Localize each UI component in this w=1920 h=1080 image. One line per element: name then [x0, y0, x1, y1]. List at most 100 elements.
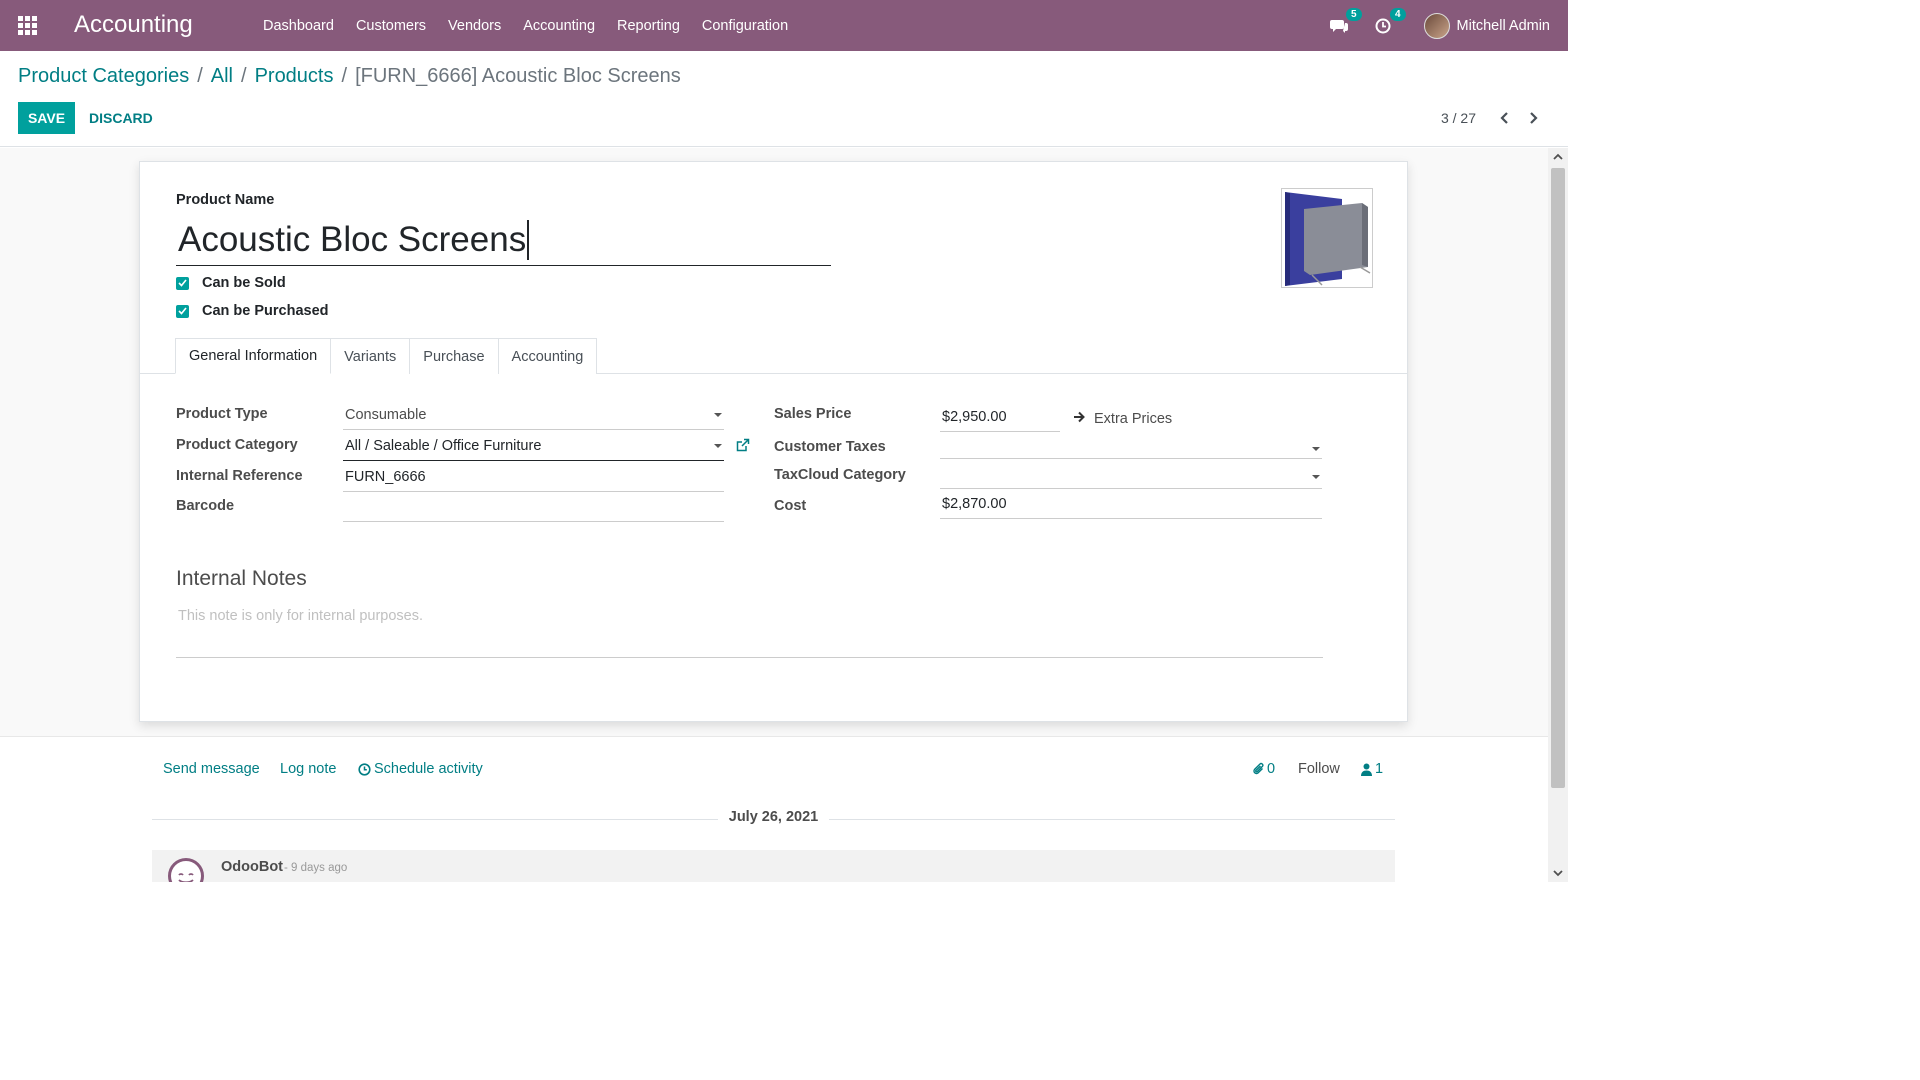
- product-category-select[interactable]: All / Saleable / Office Furniture: [343, 431, 724, 461]
- taxcloud-category-select[interactable]: [940, 459, 1322, 489]
- systray: 5 4 Mitchell Admin: [1328, 0, 1550, 51]
- internal-notes-title: Internal Notes: [176, 567, 307, 590]
- menu-reporting[interactable]: Reporting: [617, 18, 680, 34]
- user-icon: [1361, 763, 1372, 776]
- sales-price-label: Sales Price: [774, 406, 852, 422]
- internal-notes-input[interactable]: This note is only for internal purposes.: [178, 608, 423, 624]
- chevron-down-icon: [714, 444, 722, 448]
- chevron-down-icon: [1312, 447, 1320, 451]
- date-separator-label: July 26, 2021: [728, 809, 819, 825]
- pager-previous-icon[interactable]: [1494, 106, 1514, 130]
- can-be-sold-row: Can be Sold: [176, 275, 286, 291]
- menu-vendors[interactable]: Vendors: [448, 18, 501, 34]
- breadcrumb-separator: /: [341, 65, 348, 87]
- menu-configuration[interactable]: Configuration: [702, 18, 788, 34]
- clock-icon: [358, 762, 371, 776]
- message-date: - 9 days ago: [284, 862, 348, 874]
- product-category-value: All / Saleable / Office Furniture: [345, 437, 542, 454]
- pager-next-icon[interactable]: [1524, 106, 1544, 130]
- activity-badge: 4: [1389, 7, 1406, 21]
- apps-menu-icon[interactable]: [18, 16, 38, 35]
- send-message-button[interactable]: Send message: [163, 761, 260, 777]
- external-link-icon[interactable]: [735, 438, 751, 454]
- internal-reference-input[interactable]: FURN_6666: [343, 462, 724, 492]
- schedule-activity-label: Schedule activity: [374, 761, 483, 777]
- chevron-down-icon: [1312, 475, 1320, 479]
- discard-button[interactable]: DISCARD: [89, 102, 153, 134]
- product-image[interactable]: [1281, 188, 1373, 288]
- paperclip-icon: [1253, 762, 1265, 776]
- customer-taxes-select[interactable]: [940, 429, 1322, 459]
- text-caret: [527, 219, 529, 260]
- can-be-purchased-checkbox[interactable]: [176, 304, 189, 318]
- messaging-icon[interactable]: 5: [1328, 7, 1362, 37]
- date-separator: July 26, 2021: [152, 809, 1395, 829]
- extra-prices-button[interactable]: Extra Prices: [1073, 411, 1172, 427]
- followers-count: 1: [1375, 761, 1384, 777]
- scrollbar-thumb[interactable]: [1551, 168, 1565, 788]
- product-type-label: Product Type: [176, 406, 268, 422]
- tab-general-information[interactable]: General Information: [175, 338, 332, 374]
- product-name-value: Acoustic Bloc Screens: [178, 219, 527, 259]
- follow-button[interactable]: Follow: [1298, 761, 1340, 777]
- odoobot-avatar[interactable]: [168, 858, 204, 882]
- breadcrumb-separator: /: [241, 65, 247, 87]
- extra-prices-label: Extra Prices: [1094, 411, 1173, 427]
- arrow-right-icon: [1073, 411, 1086, 427]
- internal-notes-underline: [176, 657, 1323, 658]
- app-title[interactable]: Accounting: [74, 11, 193, 39]
- sales-price-value: $2,950.00: [942, 408, 1007, 425]
- product-name-input[interactable]: Acoustic Bloc Screens: [176, 214, 831, 266]
- followers-button[interactable]: 1: [1361, 761, 1383, 777]
- messaging-badge: 5: [1345, 7, 1362, 21]
- control-panel: Product Categories / All / Products / [F…: [0, 51, 1568, 147]
- can-be-purchased-row: Can be Purchased: [176, 303, 329, 319]
- menu-customers[interactable]: Customers: [356, 18, 426, 34]
- breadcrumb-separator: /: [197, 65, 203, 87]
- customer-taxes-label: Customer Taxes: [774, 439, 886, 455]
- cost-input[interactable]: $2,870.00: [940, 489, 1322, 519]
- pager-value[interactable]: 3 / 27: [1441, 110, 1476, 126]
- user-avatar[interactable]: [1423, 12, 1450, 39]
- product-name-label: Product Name: [176, 192, 275, 208]
- tab-purchase[interactable]: Purchase: [409, 338, 499, 374]
- product-type-select[interactable]: Consumable: [343, 400, 724, 430]
- sales-price-input[interactable]: $2,950.00: [940, 402, 1060, 432]
- form-tabs: General Information Variants Purchase Ac…: [175, 338, 598, 374]
- product-category-label: Product Category: [176, 437, 298, 453]
- form-sheet: Product Name Acoustic Bloc Screens Can b…: [139, 161, 1408, 722]
- scroll-down-icon[interactable]: [1552, 867, 1564, 879]
- taxcloud-category-label: TaxCloud Category: [774, 467, 906, 483]
- breadcrumb: Product Categories / All / Products / [F…: [18, 65, 681, 88]
- log-note-button[interactable]: Log note: [280, 761, 336, 777]
- vertical-scrollbar[interactable]: [1548, 148, 1568, 882]
- message-author[interactable]: OdooBot: [221, 859, 283, 875]
- can-be-sold-label[interactable]: Can be Sold: [202, 275, 286, 291]
- user-name[interactable]: Mitchell Admin: [1457, 18, 1550, 34]
- attachments-button[interactable]: 0: [1253, 761, 1275, 777]
- internal-reference-value: FURN_6666: [345, 468, 426, 485]
- chevron-down-icon: [714, 413, 722, 417]
- chatter: Send message Log note Schedule activity …: [0, 736, 1548, 882]
- barcode-input[interactable]: [343, 492, 724, 522]
- cost-value: $2,870.00: [942, 495, 1007, 512]
- chatter-message: OdooBot - 9 days ago: [152, 850, 1395, 882]
- save-button[interactable]: SAVE: [18, 102, 75, 134]
- schedule-activity-button[interactable]: Schedule activity: [358, 761, 483, 777]
- activity-clock-icon[interactable]: 4: [1372, 7, 1406, 37]
- form-content-area: Product Name Acoustic Bloc Screens Can b…: [0, 148, 1548, 882]
- menu-accounting[interactable]: Accounting: [523, 18, 595, 34]
- scroll-up-icon[interactable]: [1552, 151, 1564, 163]
- breadcrumb-products[interactable]: Products: [255, 65, 334, 88]
- tab-accounting[interactable]: Accounting: [497, 338, 598, 374]
- breadcrumb-product-categories[interactable]: Product Categories: [18, 65, 189, 88]
- top-navbar: Accounting Dashboard Customers Vendors A…: [0, 0, 1568, 51]
- can-be-sold-checkbox[interactable]: [176, 276, 189, 290]
- can-be-purchased-label[interactable]: Can be Purchased: [202, 303, 329, 319]
- breadcrumb-current: [FURN_6666] Acoustic Bloc Screens: [355, 65, 681, 87]
- menu-dashboard[interactable]: Dashboard: [263, 18, 334, 34]
- barcode-label: Barcode: [176, 498, 235, 514]
- cost-label: Cost: [774, 498, 807, 514]
- tab-variants[interactable]: Variants: [330, 338, 411, 374]
- breadcrumb-all[interactable]: All: [211, 65, 233, 88]
